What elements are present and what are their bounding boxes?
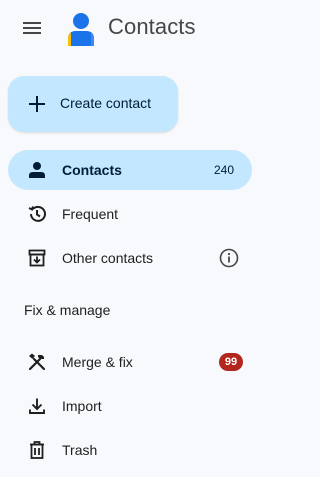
nav-item-label: Contacts	[62, 162, 122, 178]
plus-icon	[27, 94, 47, 114]
contacts-count: 240	[213, 163, 234, 177]
nav-item-label: Merge & fix	[62, 354, 133, 370]
nav-item-frequent[interactable]: Frequent	[8, 194, 252, 234]
hamburger-menu-icon	[22, 21, 42, 40]
merge-fix-count-badge: 99	[219, 353, 243, 371]
fix-manage-heading: Fix & manage	[24, 302, 111, 318]
contacts-logo-icon[interactable]	[64, 8, 98, 48]
app-header: Contacts	[0, 0, 279, 60]
main-menu-button[interactable]	[18, 16, 46, 44]
nav-item-label: Frequent	[62, 206, 119, 222]
nav-item-trash[interactable]: Trash	[8, 430, 252, 470]
nav-item-merge-fix[interactable]: Merge & fix 99	[8, 342, 252, 382]
trash-icon	[26, 439, 48, 461]
create-contact-button[interactable]: Create contact	[8, 76, 178, 132]
download-icon	[26, 395, 48, 417]
tools-icon	[26, 351, 48, 373]
history-icon	[26, 203, 48, 225]
nav-item-contacts[interactable]: Contacts 240	[8, 150, 252, 190]
archive-download-icon	[26, 247, 48, 269]
nav-item-other-contacts[interactable]: Other contacts	[8, 238, 252, 278]
app-title: Contacts	[108, 14, 196, 39]
nav-item-import[interactable]: Import	[8, 386, 252, 426]
person-icon	[26, 159, 48, 181]
nav-item-label: Import	[62, 398, 102, 414]
nav-item-label: Trash	[62, 442, 98, 458]
info-icon[interactable]	[218, 247, 240, 269]
create-contact-label: Create contact	[60, 95, 152, 111]
nav-item-label: Other contacts	[62, 250, 154, 266]
